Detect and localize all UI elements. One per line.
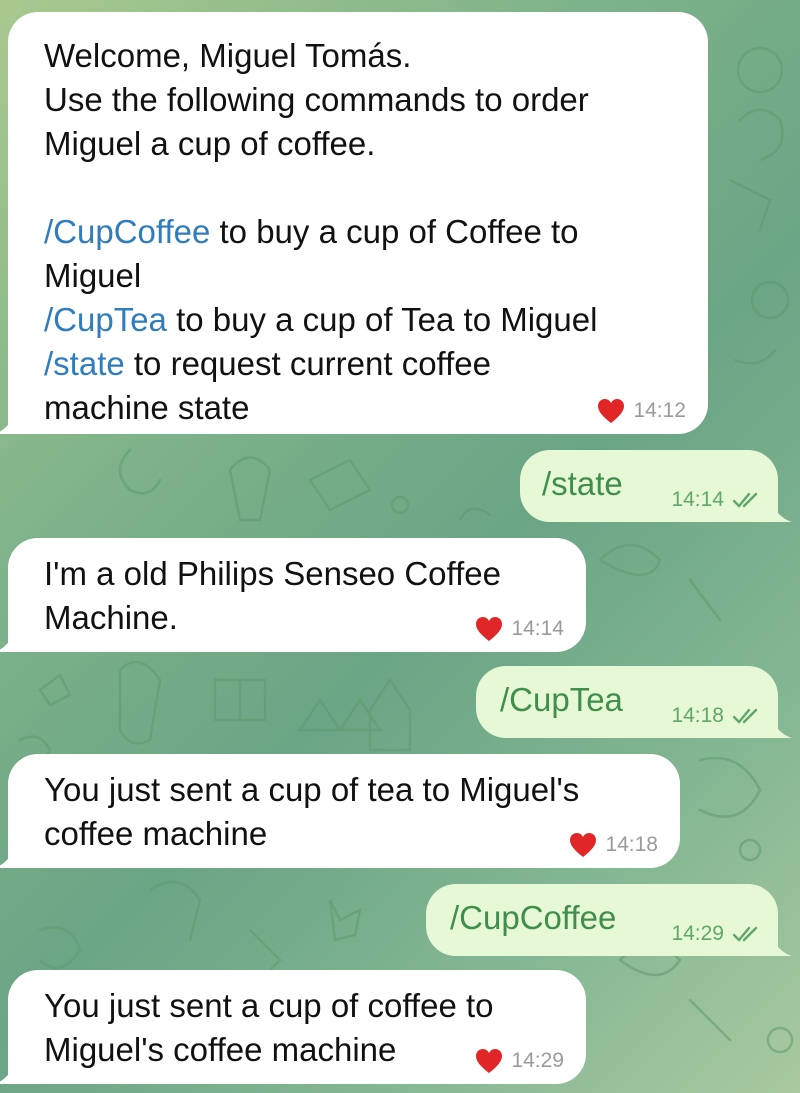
message-outgoing-cuptea[interactable]: /CupTea 14:18 <box>476 666 792 738</box>
bubble-tail <box>0 412 16 434</box>
chat-history[interactable]: Welcome, Miguel Tomás. Use the following… <box>0 0 800 1093</box>
message-outgoing-state[interactable]: /state 14:14 <box>520 450 792 522</box>
heart-icon[interactable] <box>569 832 597 858</box>
message-meta: 14:12 <box>597 398 686 424</box>
message-text: You just sent a cup of tea to Miguel's <box>44 771 580 808</box>
double-check-icon <box>732 708 758 724</box>
command-line-cupcoffee: /CupCoffee to buy a cup of Coffee to <box>44 210 688 254</box>
message-text: Miguel <box>44 257 142 294</box>
bubble-tail <box>770 500 792 522</box>
message-meta: 14:29 <box>475 1048 564 1074</box>
message-incoming-welcome[interactable]: Welcome, Miguel Tomás. Use the following… <box>0 12 708 434</box>
message-text: Welcome, Miguel Tomás. <box>44 37 412 74</box>
command-description: to buy a cup of Coffee to <box>210 213 579 250</box>
message-meta: 14:18 <box>671 704 762 728</box>
bubble-tail <box>770 716 792 738</box>
message-incoming-tea-sent[interactable]: You just sent a cup of tea to Miguel's c… <box>0 754 680 868</box>
message-time: 14:12 <box>633 399 686 422</box>
message-text: machine state <box>44 389 250 426</box>
command-link-cuptea[interactable]: /CupTea <box>44 301 167 338</box>
heart-icon[interactable] <box>475 616 503 642</box>
message-outgoing-cupcoffee[interactable]: /CupCoffee 14:29 <box>426 884 792 956</box>
command-description: to buy a cup of Tea to Miguel <box>166 301 598 338</box>
message-incoming-machine-info[interactable]: I'm a old Philips Senseo Coffee Machine.… <box>0 538 586 652</box>
message-text: I'm a old Philips Senseo Coffee <box>44 555 501 592</box>
message-meta: 14:14 <box>475 616 564 642</box>
message-meta: 14:29 <box>671 922 762 946</box>
message-time: 14:18 <box>605 833 658 856</box>
message-text: coffee machine <box>44 815 268 852</box>
command-link-state[interactable]: /state <box>44 345 125 382</box>
double-check-icon <box>732 492 758 508</box>
message-meta: 14:18 <box>569 832 658 858</box>
message-time: 14:14 <box>511 617 564 640</box>
command-link-cupcoffee[interactable]: /CupCoffee <box>44 213 210 250</box>
message-time: 14:29 <box>671 922 724 945</box>
heart-icon[interactable] <box>475 1048 503 1074</box>
command-line-cuptea: /CupTea to buy a cup of Tea to Miguel <box>44 298 688 342</box>
bubble-tail <box>0 1062 16 1084</box>
message-text: Miguel a cup of coffee. <box>44 125 376 162</box>
heart-icon[interactable] <box>597 398 625 424</box>
message-time: 14:14 <box>671 488 724 511</box>
message-incoming-coffee-sent[interactable]: You just sent a cup of coffee to Miguel'… <box>0 970 586 1084</box>
command-description: to request current coffee <box>124 345 491 382</box>
message-text: Use the following commands to order <box>44 81 589 118</box>
double-check-icon <box>732 926 758 942</box>
message-time: 14:29 <box>511 1049 564 1072</box>
command-line-state: /state to request current coffee <box>44 342 688 386</box>
message-meta: 14:14 <box>671 488 762 512</box>
message-time: 14:18 <box>671 704 724 727</box>
bubble-tail <box>0 846 16 868</box>
bubble-tail <box>0 630 16 652</box>
bubble-tail <box>770 934 792 956</box>
message-text: You just sent a cup of coffee to <box>44 987 494 1024</box>
